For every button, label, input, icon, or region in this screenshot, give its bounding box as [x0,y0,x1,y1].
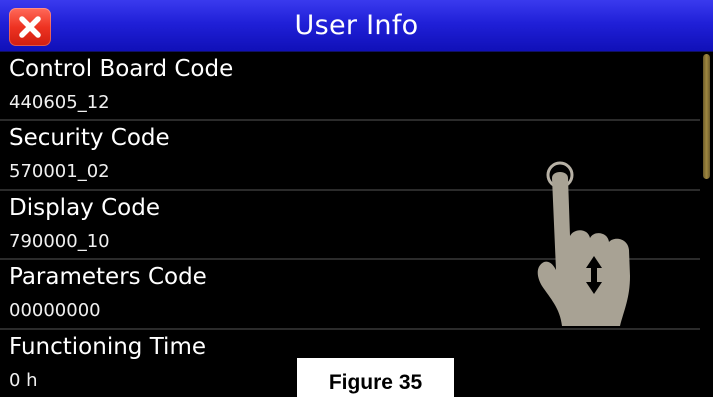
swipe-vertical-hand-icon [537,161,630,326]
device-screen: User Info Control Board Code 440605_12 S… [0,0,713,397]
control-board-code-label: Control Board Code [9,56,234,82]
control-board-code-value: 440605_12 [9,92,110,113]
scrollbar-thumb[interactable] [703,54,710,179]
figure-caption: Figure 35 [297,358,454,397]
page-title: User Info [294,10,419,41]
scrollbar[interactable] [701,52,713,397]
close-button[interactable] [9,8,51,46]
security-code-label: Security Code [9,125,170,151]
close-icon [19,16,41,38]
title-bar: User Info [0,0,713,52]
